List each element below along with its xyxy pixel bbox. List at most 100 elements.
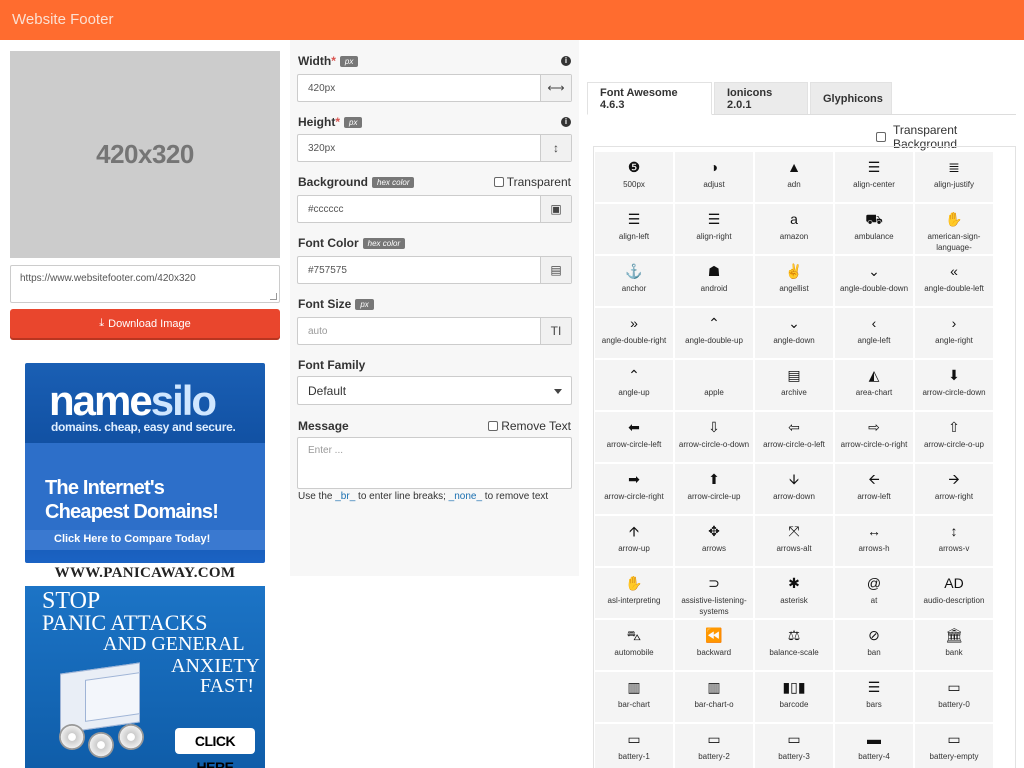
icon-cell-bank[interactable]: 🏛 bank — [914, 619, 994, 671]
icon-cell-angle-double-down[interactable]: ⌄ angle-double-down — [834, 255, 914, 307]
icon-cell-align-right[interactable]: ☰ align-right — [674, 203, 754, 255]
icon-cell-amazon[interactable]: a amazon — [754, 203, 834, 255]
icon-cell-arrow-right[interactable]: 🡪 arrow-right — [914, 463, 994, 515]
icon-cell-angle-double-up[interactable]: ⌃ angle-double-up — [674, 307, 754, 359]
icon-cell-align-left[interactable]: ☰ align-left — [594, 203, 674, 255]
tab-glyphicons[interactable]: Glyphicons — [810, 82, 892, 115]
battery-4-icon: ▬ — [867, 731, 881, 747]
font-color-input[interactable]: #757575 ▤ — [297, 256, 572, 284]
icon-cell-balance-scale[interactable]: ⚖ balance-scale — [754, 619, 834, 671]
icon-cell-arrow-left[interactable]: 🡨 arrow-left — [834, 463, 914, 515]
icon-name: bank — [945, 648, 963, 657]
panicaway-url[interactable]: WWW.PANICAWAY.COM — [25, 565, 265, 585]
icon-name: arrow-circle-o-down — [678, 440, 750, 449]
font-size-input[interactable]: auto TI — [297, 317, 572, 345]
battery-3-icon: ▭ — [787, 731, 801, 747]
image-url-field[interactable]: https://www.websitefooter.com/420x320 — [10, 265, 280, 303]
icon-cell-archive[interactable]: ▤ archive — [754, 359, 834, 411]
namesilo-ad[interactable]: namesilo domains. cheap, easy and secure… — [25, 363, 265, 563]
message-textarea[interactable]: Enter ... — [297, 437, 572, 489]
icon-cell-arrow-circle-up[interactable]: ⬆ arrow-circle-up — [674, 463, 754, 515]
font-family-select[interactable]: Default — [297, 376, 572, 405]
info-icon[interactable]: i — [561, 56, 571, 66]
icon-cell-battery-1[interactable]: ▭ battery-1 — [594, 723, 674, 768]
icon-cell-ambulance[interactable]: ⛟ ambulance — [834, 203, 914, 255]
icon-cell-arrow-circle-o-down[interactable]: ⇩ arrow-circle-o-down — [674, 411, 754, 463]
icon-name: arrow-circle-left — [606, 440, 662, 449]
icon-cell-angle-right[interactable]: › angle-right — [914, 307, 994, 359]
icon-cell-angle-double-left[interactable]: « angle-double-left — [914, 255, 994, 307]
icon-cell-battery-0[interactable]: ▭ battery-0 — [914, 671, 994, 723]
icon-name: amazon — [779, 232, 809, 241]
background-input[interactable]: #cccccc ▣ — [297, 195, 572, 223]
icon-cell-arrows[interactable]: ✥ arrows — [674, 515, 754, 567]
arrow-up-icon: 🡩 — [628, 523, 640, 539]
icon-cell-anchor[interactable]: ⚓ anchor — [594, 255, 674, 307]
bar-chart-o-icon: ▥ — [707, 679, 721, 695]
icon-cell-adn[interactable]: ▲ adn — [754, 151, 834, 203]
icon-cell-arrows-h[interactable]: ↔ arrows-h — [834, 515, 914, 567]
icon-cell-arrow-down[interactable]: 🡫 arrow-down — [754, 463, 834, 515]
at-icon: @ — [866, 575, 882, 591]
icon-cell-angle-double-right[interactable]: » angle-double-right — [594, 307, 674, 359]
resize-handle-icon[interactable] — [270, 293, 277, 300]
icon-cell-arrow-circle-o-right[interactable]: ⇨ arrow-circle-o-right — [834, 411, 914, 463]
icon-cell-arrow-circle-right[interactable]: ➡ arrow-circle-right — [594, 463, 674, 515]
icon-cell-american-sign-language-interpreting[interactable]: ✋american-sign-language-interpreting — [914, 203, 994, 263]
height-input[interactable]: 320px ↕ — [297, 134, 572, 162]
remove-text-checkbox[interactable]: Remove Text — [488, 419, 571, 433]
icon-cell-bars[interactable]: ☰ bars — [834, 671, 914, 723]
icon-cell-bar-chart[interactable]: ▥ bar-chart — [594, 671, 674, 723]
arrow-right-icon: 🡪 — [948, 471, 960, 487]
icon-cell-at[interactable]: @ at — [834, 567, 914, 619]
icon-cell-angle-up[interactable]: ⌃ angle-up — [594, 359, 674, 411]
transparent-checkbox[interactable]: Transparent — [493, 175, 571, 189]
icon-cell-battery-2[interactable]: ▭ battery-2 — [674, 723, 754, 768]
panic-click-here-button[interactable]: CLICK HERE — [175, 728, 255, 768]
icon-cell-asterisk[interactable]: ✱ asterisk — [754, 567, 834, 619]
tab-font-awesome[interactable]: Font Awesome 4.6.3 — [587, 82, 712, 115]
icon-cell-arrow-up[interactable]: 🡩 arrow-up — [594, 515, 674, 567]
icon-cell-arrow-circle-o-left[interactable]: ⇦ arrow-circle-o-left — [754, 411, 834, 463]
preview-text: 420x320 — [96, 139, 194, 169]
icon-name: arrows-h — [858, 544, 890, 553]
width-input[interactable]: 420px ⟷ — [297, 74, 572, 102]
icon-cell-audio-description[interactable]: AD audio-description — [914, 567, 994, 619]
icon-cell-area-chart[interactable]: ◭ area-chart — [834, 359, 914, 411]
namesilo-cta[interactable]: Click Here to Compare Today! — [25, 530, 265, 550]
icon-cell-battery-3[interactable]: ▭ battery-3 — [754, 723, 834, 768]
icon-name: battery-4 — [858, 752, 890, 761]
icon-cell-backward[interactable]: ⏪ backward — [674, 619, 754, 671]
icon-cell-barcode[interactable]: ▮▯▮ barcode — [754, 671, 834, 723]
battery-0-icon: ▭ — [947, 679, 961, 695]
icon-cell-android[interactable]: ☗ android — [674, 255, 754, 307]
info-icon[interactable]: i — [561, 117, 571, 127]
icon-cell-angle-left[interactable]: ‹ angle-left — [834, 307, 914, 359]
icon-cell-arrow-circle-o-up[interactable]: ⇧ arrow-circle-o-up — [914, 411, 994, 463]
icon-cell-bar-chart-o[interactable]: ▥ bar-chart-o — [674, 671, 754, 723]
panicaway-ad[interactable]: STOP PANIC ATTACKS AND GENERAL ANXIETY F… — [25, 586, 265, 768]
icon-cell-align-center[interactable]: ☰ align-center — [834, 151, 914, 203]
icon-name: angle-double-down — [839, 284, 909, 293]
icon-cell-adjust[interactable]: ◑ adjust — [674, 151, 754, 203]
icon-cell-angle-down[interactable]: ⌄ angle-down — [754, 307, 834, 359]
icon-cell-arrows-v[interactable]: ↕ arrows-v — [914, 515, 994, 567]
icon-cell-arrow-circle-left[interactable]: ⬅ arrow-circle-left — [594, 411, 674, 463]
icon-cell-angellist[interactable]: ✌ angellist — [754, 255, 834, 307]
icon-cell-arrows-alt[interactable]: ⤧ arrows-alt — [754, 515, 834, 567]
american-sign-language-interpreting-icon: ✋ — [945, 211, 963, 227]
icon-cell-assistive-listening-systems[interactable]: ⊃ assistive-listening-systems — [674, 567, 754, 619]
icon-cell-500px[interactable]: ❺ 500px — [594, 151, 674, 203]
icon-cell-battery-empty[interactable]: ▭ battery-empty — [914, 723, 994, 768]
tab-ionicons[interactable]: Ionicons 2.0.1 — [714, 82, 808, 115]
icon-cell-asl-interpreting[interactable]: ✋ asl-interpreting — [594, 567, 674, 619]
app-header: Website Footer — [0, 0, 1024, 40]
icon-cell-apple[interactable]: apple — [674, 359, 754, 411]
icon-cell-align-justify[interactable]: ≣ align-justify — [914, 151, 994, 203]
icon-cell-arrow-circle-down[interactable]: ⬇ arrow-circle-down — [914, 359, 994, 411]
icon-cell-battery-4[interactable]: ▬ battery-4 — [834, 723, 914, 768]
icon-cell-ban[interactable]: ⊘ ban — [834, 619, 914, 671]
icon-name: arrow-circle-up — [687, 492, 741, 501]
icon-cell-automobile[interactable]: ⛍ automobile — [594, 619, 674, 671]
download-image-button[interactable]: ⤓ Download Image — [10, 309, 280, 338]
